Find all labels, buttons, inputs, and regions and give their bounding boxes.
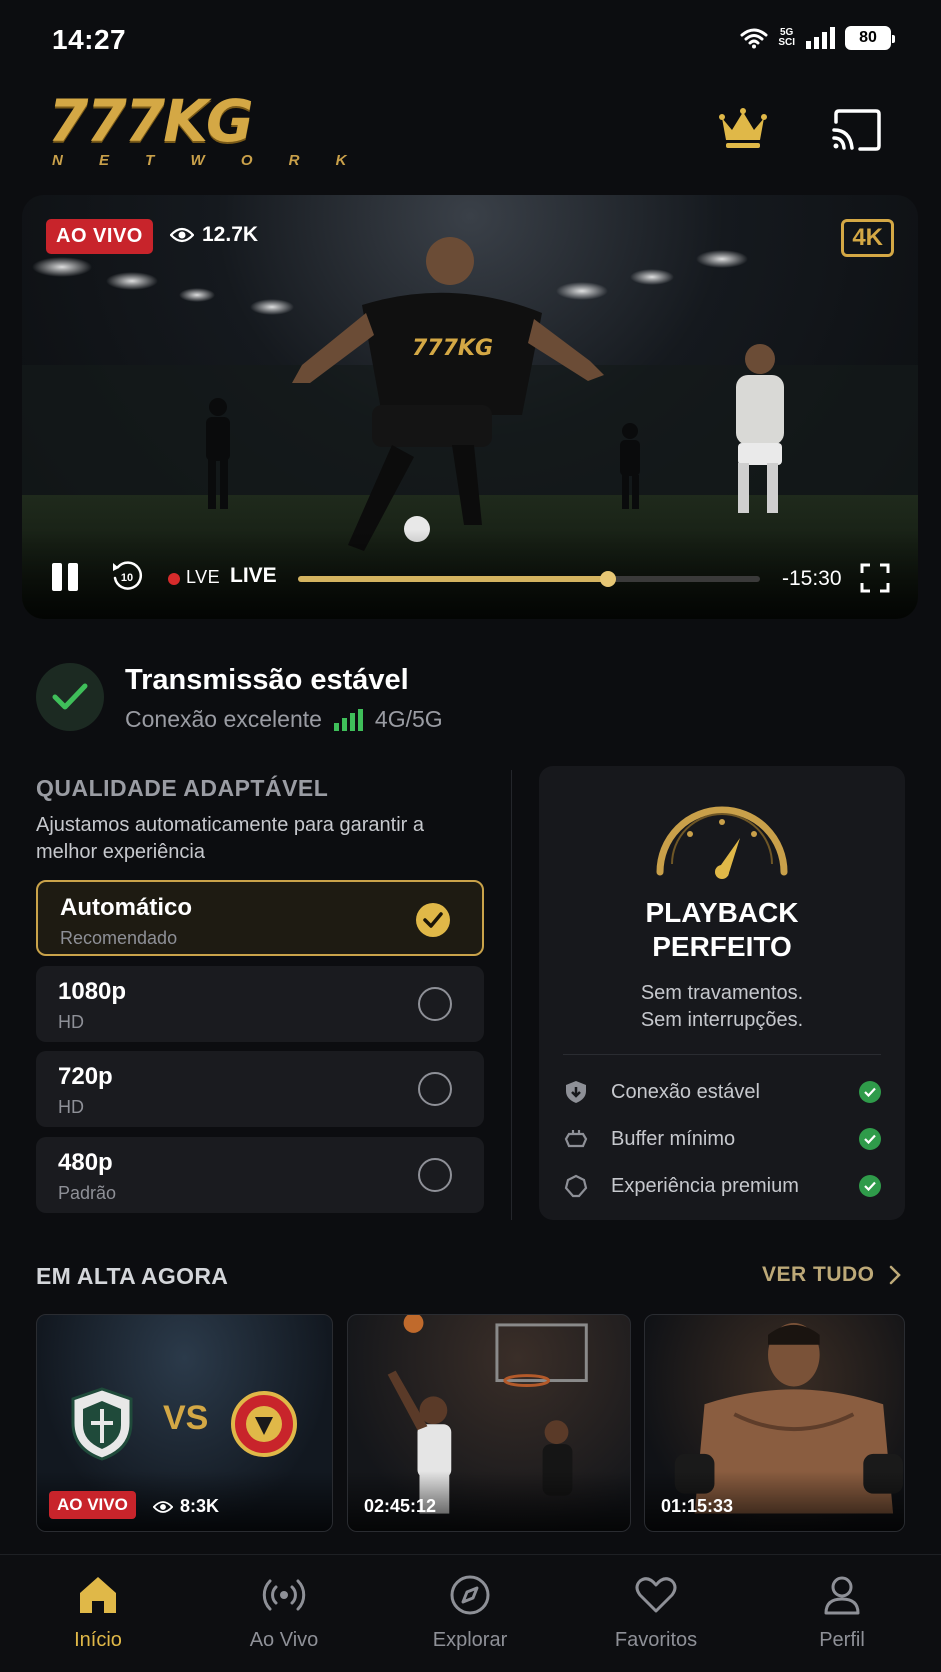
feature-minimal-buffer: Buffer mínimo <box>563 1124 881 1154</box>
battery-indicator: 80 <box>845 26 895 50</box>
progress-knob[interactable] <box>599 571 616 587</box>
quality-section-title: QUALIDADE ADAPTÁVEL <box>36 775 329 801</box>
quality-option-sub: Padrão <box>58 1183 117 1203</box>
status-bar: 14:27 5G SCI 80 <box>0 0 941 80</box>
wifi-icon <box>740 28 768 49</box>
video-duration: 02:45:12 <box>364 1496 437 1516</box>
rewind-10-icon[interactable]: 10 <box>110 559 144 593</box>
check-icon <box>52 683 88 710</box>
quality-option-label: 480p <box>58 1149 113 1176</box>
trending-title: EM ALTA AGORA <box>36 1263 229 1289</box>
playback-title: PLAYBACK PERFEITO <box>645 897 799 962</box>
trending-card-match[interactable]: VS AO VIVO 8:3K <box>36 1314 333 1532</box>
nav-item-live[interactable]: Ao Vivo <box>214 1573 354 1652</box>
nav-item-profile[interactable]: Perfil <box>772 1573 912 1652</box>
radio-button[interactable] <box>418 1072 452 1106</box>
check-icon <box>859 1128 881 1150</box>
crown-icon[interactable] <box>718 106 768 150</box>
viewer-count: 12.7K <box>170 223 258 247</box>
quality-badge: 4K <box>841 219 894 257</box>
svg-text:777KG: 777KG <box>412 336 493 361</box>
buffer-icon <box>564 1130 588 1148</box>
versus-label: VS <box>163 1399 209 1437</box>
quality-option-auto[interactable]: Automático Recomendado <box>36 880 484 956</box>
time-remaining: -15:30 <box>782 567 842 590</box>
check-icon <box>859 1081 881 1103</box>
connection-title: Transmissão estável <box>125 664 409 696</box>
quality-option-480p[interactable]: 480p Padrão <box>36 1137 484 1213</box>
status-icons: 5G SCI 80 <box>740 26 895 50</box>
pause-button[interactable] <box>52 563 80 591</box>
nav-item-favorites[interactable]: Favoritos <box>586 1573 726 1652</box>
cast-icon[interactable] <box>830 108 882 152</box>
compass-icon <box>450 1575 490 1615</box>
live-badge: AO VIVO <box>46 219 153 254</box>
network-type: 5G SCI <box>778 27 795 48</box>
viewer-count-value: 12.7K <box>202 223 259 246</box>
eye-icon <box>153 1500 173 1513</box>
check-icon <box>859 1175 881 1197</box>
section-divider <box>511 770 512 1220</box>
shield-download-icon <box>566 1081 586 1103</box>
signal-strength-icon <box>333 708 363 731</box>
quality-option-sub: HD <box>58 1097 84 1117</box>
card-divider <box>563 1054 881 1055</box>
user-icon <box>824 1576 860 1615</box>
radio-button[interactable] <box>418 1158 452 1192</box>
trending-card-fight[interactable]: 01:15:33 <box>644 1314 905 1532</box>
connection-network: 4G/5G <box>374 706 443 732</box>
status-time: 14:27 <box>52 24 127 55</box>
nav-item-home[interactable]: Início <box>28 1573 168 1652</box>
nav-item-explore[interactable]: Explorar <box>400 1573 540 1652</box>
chevron-right-icon <box>889 1265 901 1285</box>
live-label[interactable]: LIVE <box>230 564 277 588</box>
selected-check-icon <box>416 903 450 937</box>
playback-card: PLAYBACK PERFEITO Sem travamentos. Sem i… <box>539 766 905 1220</box>
home-icon <box>80 1577 116 1613</box>
quality-option-sub: HD <box>58 1012 84 1032</box>
quality-option-sub: Recomendado <box>60 928 178 948</box>
live-badge: AO VIVO <box>49 1491 136 1519</box>
see-all-link[interactable]: VER TUDO <box>762 1263 901 1287</box>
speedometer-icon <box>656 806 788 879</box>
feature-stable-connection: Conexão estável <box>563 1077 881 1107</box>
broadcast-icon <box>262 1579 306 1611</box>
quality-description: Ajustamos automaticamente para garantir … <box>36 814 424 863</box>
viewer-count: 8:3K <box>153 1496 219 1517</box>
quality-option-label: 720p <box>58 1063 113 1090</box>
quality-option-1080p[interactable]: 1080p HD <box>36 966 484 1042</box>
cellular-signal-icon <box>806 27 835 49</box>
video-duration: 01:15:33 <box>661 1496 734 1516</box>
live-small-label: LVE <box>186 567 221 587</box>
eye-icon <box>170 227 194 243</box>
fullscreen-icon[interactable] <box>860 563 890 593</box>
team-crest-icon <box>71 1387 133 1461</box>
trending-card-basketball[interactable]: 02:45:12 <box>347 1314 631 1532</box>
playback-description: Sem travamentos. Sem interrupções. <box>640 982 804 1031</box>
radio-button[interactable] <box>418 987 452 1021</box>
connection-quality: Conexão excelente <box>125 706 322 732</box>
progress-bar[interactable] <box>298 571 760 587</box>
team-crest-icon <box>231 1391 297 1457</box>
quality-option-label: 1080p <box>58 978 127 1005</box>
quality-option-label: Automático <box>60 894 192 921</box>
connection-status-icon <box>36 663 104 731</box>
player-controls: 10 LVE LIVE -15:30 <box>22 529 918 619</box>
svg-text:10: 10 <box>121 572 133 584</box>
progress-fill <box>298 576 608 582</box>
premium-badge-icon <box>564 1174 588 1198</box>
connection-subtitle: Conexão excelente 4G/5G <box>125 706 443 733</box>
live-indicator-dot <box>168 573 180 585</box>
quality-option-720p[interactable]: 720p HD <box>36 1051 484 1127</box>
heart-icon <box>635 1577 677 1613</box>
feature-premium-experience: Experiência premium <box>563 1171 881 1201</box>
bottom-navigation: Início Ao Vivo Explorar Favoritos Perfil <box>0 1554 941 1672</box>
app-logo[interactable]: 777KG N E T W O R K <box>48 92 363 169</box>
video-player[interactable]: 777KG AO VIVO 12.7K 4K 10 LVE LIVE -15:3… <box>22 195 918 619</box>
